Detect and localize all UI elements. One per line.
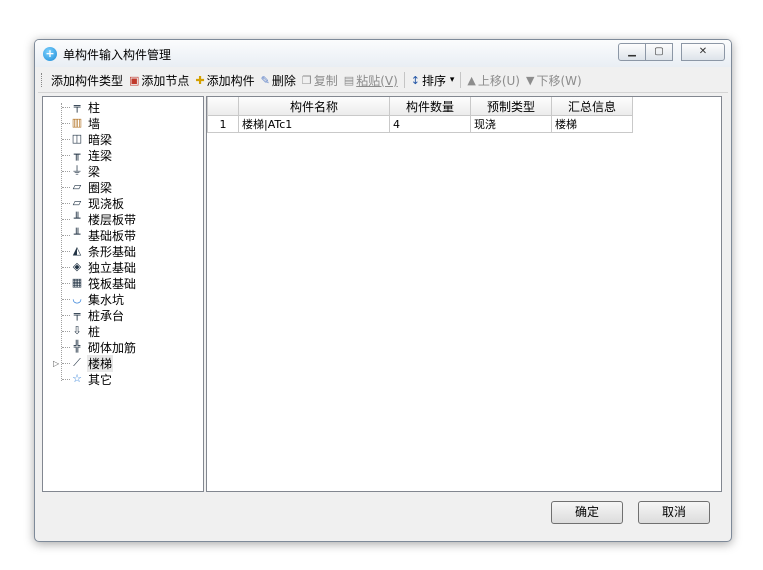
component-type-tree[interactable]: ╤ 柱 ▥ 墙 ◫ 暗梁 ╥ 连梁 ⏚ 梁 ▱ 圈梁 ▱ 现浇板 ╨ 楼层板带 ╨ 基础板带 ◭ 条… [42,96,204,492]
isolated-foundation-icon: ◈ [72,260,82,273]
tree-item-other[interactable]: ☆ 其它 [43,371,113,387]
expand-arrow-icon[interactable]: ▷ [53,359,61,368]
tree-item-hidden-beam[interactable]: ◫ 暗梁 [43,131,113,147]
title-bar: + 单构件输入构件管理 ▁ ▢ ✕ [35,40,731,67]
table-row[interactable]: 1 楼梯|ATc1 4 现浇 楼梯 [207,115,633,133]
tree-item-ring-beam[interactable]: ▱ 圈梁 [43,179,113,195]
close-button[interactable]: ✕ [681,43,725,61]
tree-item-strip-foundation[interactable]: ◭ 条形基础 [43,243,137,259]
table-header-row: 构件名称 构件数量 预制类型 汇总信息 [207,97,633,116]
sort-button[interactable]: ↕ 排序 ▾ [408,70,458,90]
tree-item-stair[interactable]: ▷ ⟋ 楼梯 [43,354,114,372]
component-table: 构件名称 构件数量 预制类型 汇总信息 1 楼梯|ATc1 4 现浇 楼梯 [207,97,633,133]
dialog-footer: 确定 取消 [35,492,731,540]
tree-item-masonry-rebar[interactable]: ╬ 砌体加筋 [43,339,137,355]
tree-item-sump-pit[interactable]: ◡ 集水坑 [43,291,125,307]
add-component-icon: ✚ [195,73,205,87]
pile-icon: ⇩ [72,324,82,337]
ok-button[interactable]: 确定 [551,501,623,524]
masonry-rebar-icon: ╬ [73,340,81,353]
cell-summary[interactable]: 楼梯 [551,115,633,133]
cast-slab-icon: ▱ [72,196,82,209]
hidden-beam-icon: ◫ [71,132,83,145]
strip-foundation-icon: ◭ [72,244,82,257]
sump-pit-icon: ◡ [72,292,82,305]
raft-foundation-icon: ▦ [71,276,83,289]
window-title: 单构件输入构件管理 [63,48,172,62]
move-down-button[interactable]: ▼ 下移(W) [523,70,585,90]
toolbar: 添加构件类型 ▣ 添加节点 ✚ 添加构件 ✎ 删除 ❐ 复制 ▤ 粘贴(V) ↕ 排序 ▾ … [38,68,728,93]
link-beam-icon: ╥ [73,148,81,161]
cell-count[interactable]: 4 [389,115,471,133]
move-up-button[interactable]: ▲ 上移(U) [464,70,523,90]
tree-item-foundation-strip[interactable]: ╨ 基础板带 [43,227,137,243]
add-component-button[interactable]: ✚ 添加构件 [192,70,257,90]
header-precast-type[interactable]: 预制类型 [470,97,552,116]
toolbar-separator [460,72,462,88]
component-manager-window: + 单构件输入构件管理 ▁ ▢ ✕ 添加构件类型 ▣ 添加节点 ✚ 添加构件 ✎ 删除… [34,39,732,542]
toolbar-grip[interactable] [41,73,44,87]
tree-item-link-beam[interactable]: ╥ 连梁 [43,147,113,163]
add-node-button[interactable]: ▣ 添加节点 [126,70,192,90]
app-icon: + [43,47,57,61]
delete-button[interactable]: ✎ 删除 [258,70,299,90]
chevron-down-icon: ▾ [449,75,455,85]
maximize-button[interactable]: ▢ [645,43,673,61]
floor-strip-icon: ╨ [73,212,81,225]
foundation-strip-icon: ╨ [73,228,81,241]
tree-item-floor-strip[interactable]: ╨ 楼层板带 [43,211,137,227]
tree-item-column[interactable]: ╤ 柱 [43,99,101,115]
beam-icon: ⏚ [71,164,83,177]
tree-item-cast-slab[interactable]: ▱ 现浇板 [43,195,125,211]
row-index: 1 [207,115,239,133]
column-icon: ╤ [73,100,81,113]
cell-precast-type[interactable]: 现浇 [470,115,552,133]
tree-item-isolated-foundation[interactable]: ◈ 独立基础 [43,259,137,275]
eraser-icon: ✎ [260,73,270,87]
star-icon: ☆ [72,372,82,385]
copy-button[interactable]: ❐ 复制 [299,70,341,90]
arrow-up-icon: ▲ [467,73,476,87]
header-count[interactable]: 构件数量 [389,97,471,116]
toolbar-separator [403,72,405,88]
header-name[interactable]: 构件名称 [238,97,390,116]
add-node-icon: ▣ [129,73,140,87]
tree-item-raft-foundation[interactable]: ▦ 筏板基础 [43,275,137,291]
add-type-button[interactable]: 添加构件类型 [48,70,126,90]
arrow-down-icon: ▼ [526,73,535,87]
paste-button[interactable]: ▤ 粘贴(V) [341,70,401,90]
wall-icon: ▥ [71,116,83,129]
sort-az-icon: ↕ [410,73,420,87]
minimize-button[interactable]: ▁ [618,43,646,61]
ring-beam-icon: ▱ [72,180,82,193]
tree-item-wall[interactable]: ▥ 墙 [43,115,101,131]
tree-item-pile-cap[interactable]: ╤ 桩承台 [43,307,125,323]
stair-icon: ⟋ [73,356,81,369]
cell-name[interactable]: 楼梯|ATc1 [238,115,390,133]
cancel-button[interactable]: 取消 [638,501,710,524]
component-grid[interactable]: 构件名称 构件数量 预制类型 汇总信息 1 楼梯|ATc1 4 现浇 楼梯 [206,96,722,492]
copy-icon: ❐ [301,73,312,87]
tree-item-pile[interactable]: ⇩ 桩 [43,323,101,339]
header-summary[interactable]: 汇总信息 [551,97,633,116]
row-number-header[interactable] [207,97,239,116]
tree-item-beam[interactable]: ⏚ 梁 [43,163,101,179]
paste-icon: ▤ [343,73,355,87]
pile-cap-icon: ╤ [73,308,81,321]
